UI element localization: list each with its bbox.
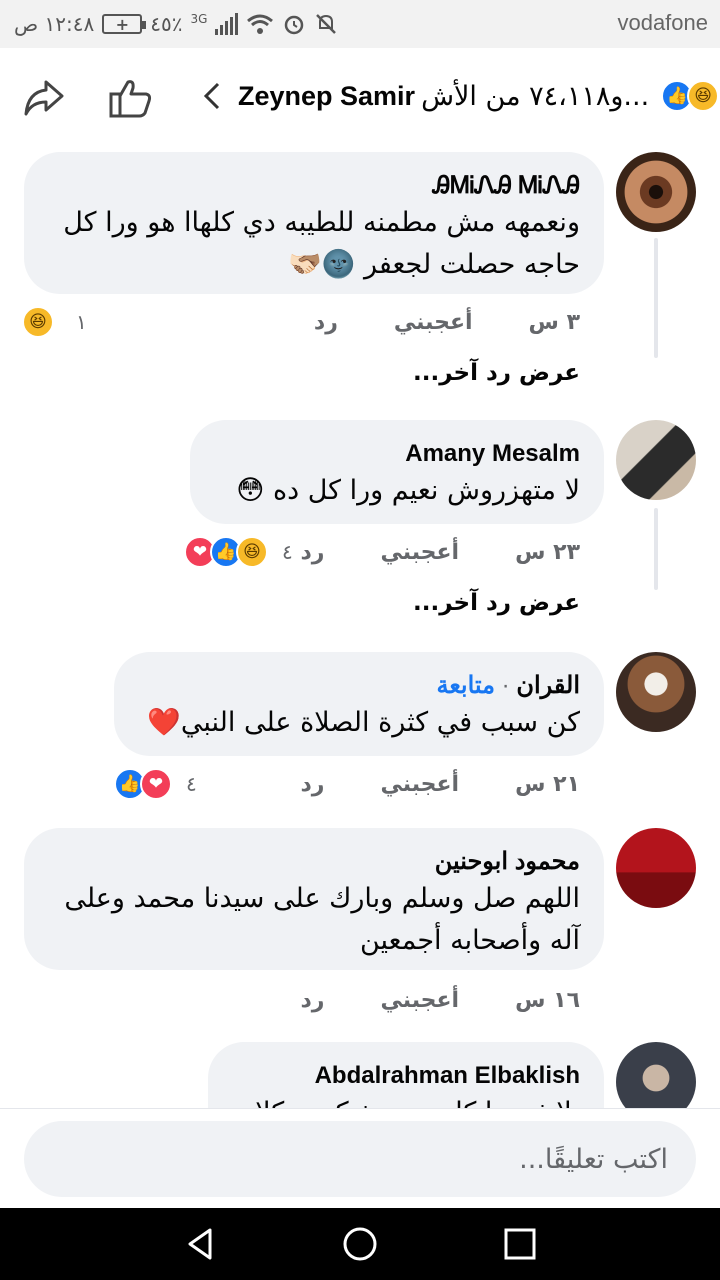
page-author: القران · متابعة [436, 672, 580, 699]
reaction-count: ٤ [186, 772, 197, 796]
follow-link[interactable]: متابعة [436, 672, 495, 699]
wifi-icon [247, 14, 274, 34]
android-nav-bar [0, 1208, 720, 1280]
comment-reactions[interactable]: 👍 ❤ ٤ [114, 768, 203, 800]
avatar[interactable] [616, 652, 696, 732]
reaction-count: ١ [76, 310, 87, 334]
carrier-name: vodafone [617, 10, 708, 35]
comment-bubble[interactable]: Amany Mesalm لا متهزروش نعيم ورا كل ده 😳 [190, 420, 604, 524]
reply-link[interactable]: رد [300, 772, 324, 797]
reply-link[interactable]: رد [314, 310, 338, 335]
comment-author[interactable]: ᎯᎷᎥᏁᎯ ᎷᎥᏁᎯ [48, 170, 580, 202]
view-more-replies[interactable]: عرض رد آخر... [413, 360, 580, 386]
network-type: 3G [190, 12, 208, 26]
mute-icon [316, 14, 337, 34]
battery-percent: ٤٥٪ [150, 12, 183, 36]
comment-bubble[interactable]: ᎯᎷᎥᏁᎯ ᎷᎥᏁᎯ ونعمهه مش مطمنه للطيبه دي كله… [24, 152, 604, 294]
comment-reactions[interactable]: 😆 ١ [22, 306, 93, 338]
comment-author[interactable]: Amany Mesalm [214, 438, 580, 470]
view-more-replies[interactable]: عرض رد آخر... [413, 590, 580, 616]
reactions-summary[interactable]: Zeynep Samir و٧٤،١١٨ من الأش... 👍 😆 [238, 74, 720, 118]
reaction-count: ٤ [282, 540, 293, 564]
comment-time: ٢١ س [515, 772, 580, 797]
thread-line [654, 238, 658, 358]
comment-bubble[interactable]: Abdalrahman Elbaklish بلاش يرا كل ينتو ب… [208, 1042, 604, 1108]
avatar[interactable] [616, 828, 696, 908]
haha-icon: 😆 [687, 80, 720, 112]
like-button-icon[interactable] [108, 76, 154, 120]
like-link[interactable]: أعجبني [394, 310, 473, 335]
like-link[interactable]: أعجبني [380, 988, 459, 1013]
chevron-left-icon[interactable] [200, 78, 224, 114]
reactor-name: Zeynep Samir [238, 80, 416, 111]
back-nav-icon[interactable] [182, 1226, 218, 1262]
comment-bubble[interactable]: محمود ابوحنين اللهم صل وسلم وبارك على سي… [24, 828, 604, 970]
comment-text: اللهم صل وسلم وبارك على سيدنا محمد وعلى … [64, 883, 580, 956]
clip-area: Abdalrahman Elbaklish بلاش يرا كل ينتو ب… [0, 1042, 720, 1108]
comment-actions: ٢١ س أعجبني رد [300, 772, 580, 797]
haha-icon: 😆 [236, 536, 268, 568]
home-nav-icon[interactable] [342, 1226, 378, 1262]
like-link[interactable]: أعجبني [380, 772, 459, 797]
reply-link[interactable]: رد [300, 988, 324, 1013]
alarm-icon [285, 15, 304, 35]
comment-bubble[interactable]: القران · متابعة كن سبب في كثرة الصلاة عل… [114, 652, 604, 756]
thread-line [654, 508, 658, 590]
share-icon[interactable] [22, 78, 66, 118]
comment-reactions[interactable]: ❤ 👍 😆 ٤ [184, 536, 299, 568]
comment-actions: ٣ س أعجبني رد [314, 310, 580, 335]
comment-input-placeholder: اكتب تعليقًا... [519, 1143, 668, 1175]
battery-icon: + [102, 14, 147, 34]
signal-icon [215, 13, 239, 35]
comment-actions: ٢٣ س أعجبني رد [300, 540, 580, 565]
comment-composer-bar: اكتب تعليقًا... [0, 1108, 720, 1208]
comment-author[interactable]: القران [516, 672, 580, 699]
comment-time: ١٦ س [515, 988, 580, 1013]
comment-input[interactable]: اكتب تعليقًا... [24, 1121, 696, 1197]
status-bar: ١٢:٤٨ ص + ٤٥٪ 3G vodafone [0, 0, 720, 48]
comment-text: بلاش يرا كل ينتو بتفتكرين كلام [232, 1092, 581, 1108]
love-icon: ❤ [140, 768, 172, 800]
reactor-others: و٧٤،١١٨ من الأش... [421, 80, 650, 112]
reply-link[interactable]: رد [300, 540, 324, 565]
comment-time: ٣ س [528, 310, 580, 335]
comment-author[interactable]: Abdalrahman Elbaklish [232, 1060, 580, 1092]
avatar[interactable] [616, 420, 696, 500]
comment-text: كن سبب في كثرة الصلاة على النبي❤️ [147, 707, 580, 738]
like-link[interactable]: أعجبني [380, 540, 459, 565]
avatar[interactable] [616, 152, 696, 232]
comment-time: ٢٣ س [515, 540, 580, 565]
comment-text: ونعمهه مش مطمنه للطيبه دي كلهاا هو ورا ك… [63, 207, 580, 280]
comment-actions: ١٦ س أعجبني رد [300, 988, 580, 1013]
recents-nav-icon[interactable] [502, 1226, 538, 1262]
comment-author[interactable]: محمود ابوحنين [48, 846, 580, 878]
clock: ١٢:٤٨ ص [14, 12, 95, 36]
status-left: ١٢:٤٨ ص + ٤٥٪ 3G [14, 9, 338, 39]
reaction-icons: 👍 😆 [661, 80, 720, 112]
comment-text: لا متهزروش نعيم ورا كل ده 😳 [236, 475, 580, 506]
haha-icon: 😆 [22, 306, 54, 338]
reactions-header: Zeynep Samir و٧٤،١١٨ من الأش... 👍 😆 [0, 48, 720, 148]
